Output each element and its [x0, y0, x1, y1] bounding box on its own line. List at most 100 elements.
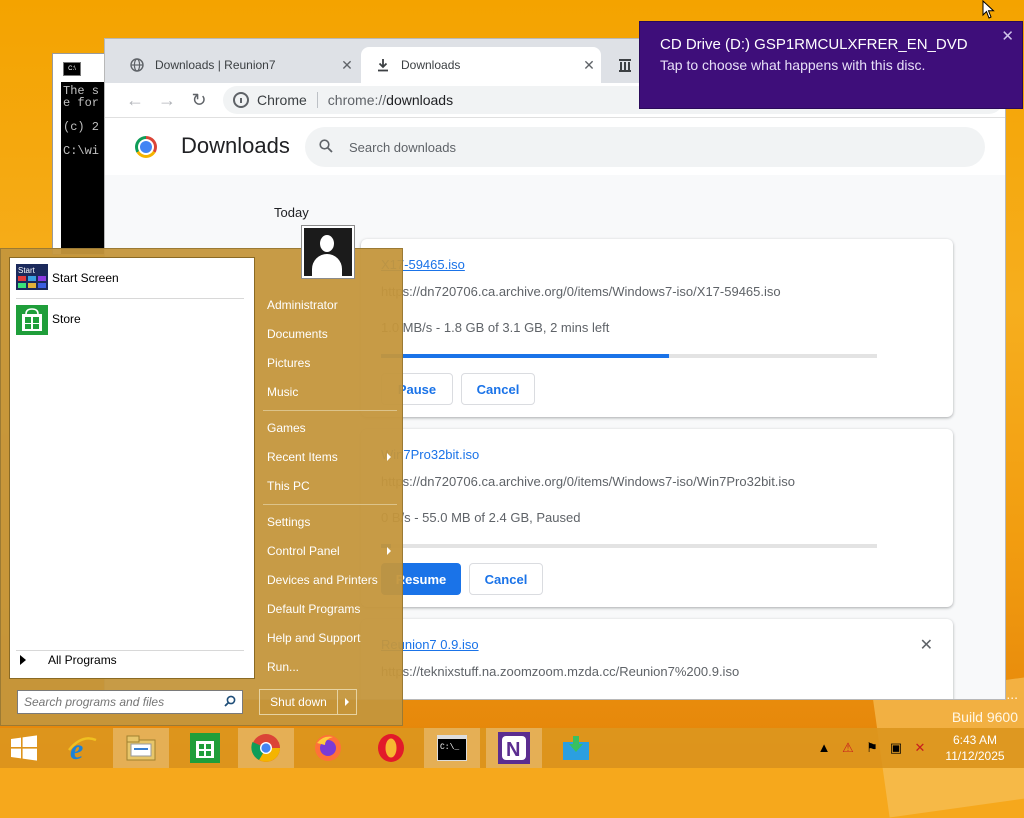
- start-item-documents[interactable]: Documents: [259, 319, 399, 348]
- download-url[interactable]: https://dn720706.ca.archive.org/0/items/…: [381, 474, 795, 489]
- item-label: Control Panel: [267, 543, 340, 558]
- store-taskbar-button[interactable]: [177, 728, 233, 768]
- download-icon: [375, 57, 391, 73]
- download-item: X17-59465.iso https://dn720706.ca.archiv…: [361, 239, 953, 417]
- store-label: Store: [52, 312, 81, 326]
- item-label: Documents: [267, 326, 328, 341]
- omnibox-url[interactable]: chrome://downloads: [328, 92, 453, 108]
- internet-explorer-icon: e: [68, 733, 97, 764]
- page-title: Downloads: [181, 133, 290, 158]
- store-icon: [190, 733, 220, 763]
- antivirus-icon[interactable]: ⚠: [840, 740, 856, 756]
- item-label: Pictures: [267, 355, 311, 370]
- opera-taskbar-button[interactable]: [363, 728, 419, 768]
- progress-fill: [381, 354, 669, 358]
- chrome-taskbar-button[interactable]: [238, 728, 294, 768]
- start-screen-item[interactable]: Start Start Screen: [16, 262, 119, 294]
- shutdown-options-arrow-icon[interactable]: [338, 690, 356, 714]
- firefox-icon: [315, 735, 341, 761]
- back-arrow-icon[interactable]: ←: [123, 89, 147, 111]
- system-tray: ▲ ⚠ ⚑ ▣ ✕: [816, 740, 928, 756]
- start-item-administrator[interactable]: Administrator: [259, 290, 399, 319]
- start-item-run[interactable]: Run...: [259, 652, 399, 681]
- taskbar-clock[interactable]: 6:43 AM 11/12/2025: [940, 732, 1010, 764]
- store-item[interactable]: Store: [16, 303, 81, 335]
- svg-text:C:\_: C:\_: [440, 743, 459, 752]
- tab-close-icon[interactable]: ✕: [577, 57, 601, 74]
- item-label: Recent Items: [267, 449, 338, 464]
- volume-muted-icon[interactable]: ✕: [912, 740, 928, 756]
- ease-of-access-icon: [563, 736, 589, 760]
- cancel-button[interactable]: Cancel: [469, 563, 543, 595]
- cancel-button[interactable]: Cancel: [461, 373, 535, 405]
- onenote-icon: N: [498, 732, 530, 764]
- start-search-box[interactable]: [17, 690, 243, 714]
- item-label: This PC: [267, 478, 310, 493]
- start-menu-programs-pane: Start Start Screen Store All Programs: [9, 257, 255, 679]
- tab-close-icon[interactable]: ✕: [335, 57, 359, 74]
- tab-downloads[interactable]: Downloads ✕: [361, 47, 601, 83]
- autoplay-notification[interactable]: CD Drive (D:) GSP1RMCULXFRER_EN_DVD Tap …: [639, 21, 1023, 109]
- notification-title: CD Drive (D:) GSP1RMCULXFRER_EN_DVD: [660, 36, 968, 53]
- archive-icon: [617, 57, 633, 73]
- windows-watermark-edition: ...: [1006, 686, 1018, 702]
- downloads-header: Downloads Search downloads: [105, 119, 1005, 175]
- mouse-cursor-icon: [982, 0, 995, 19]
- reload-icon[interactable]: ↻: [187, 89, 211, 111]
- internet-explorer-taskbar-button[interactable]: e: [54, 728, 110, 768]
- downloads-search-field[interactable]: Search downloads: [305, 127, 985, 167]
- download-item: Win7Pro32bit.iso https://dn720706.ca.arc…: [361, 429, 953, 607]
- page-info-icon[interactable]: [233, 92, 249, 108]
- file-explorer-taskbar-button[interactable]: [113, 728, 169, 768]
- ease-of-access-taskbar-button[interactable]: [548, 728, 604, 768]
- item-label: Help and Support: [267, 630, 361, 645]
- command-prompt-taskbar-button[interactable]: C:\_: [424, 728, 480, 768]
- clock-date: 11/12/2025: [945, 749, 1005, 763]
- remove-download-icon[interactable]: ✕: [920, 635, 933, 655]
- start-item-help-and-support[interactable]: Help and Support: [259, 623, 399, 652]
- download-url[interactable]: https://dn720706.ca.archive.org/0/items/…: [381, 284, 781, 299]
- chrome-logo-icon: [135, 136, 157, 158]
- item-label: Music: [267, 384, 299, 399]
- submenu-arrow-icon: [387, 546, 391, 555]
- submenu-arrow-icon: [387, 452, 391, 461]
- start-item-default-programs[interactable]: Default Programs: [259, 594, 399, 623]
- start-item-control-panel[interactable]: Control Panel: [259, 536, 399, 565]
- flag-icon[interactable]: ⚑: [864, 740, 880, 756]
- search-icon[interactable]: [224, 695, 242, 710]
- store-icon: [16, 305, 48, 335]
- start-item-music[interactable]: Music: [259, 377, 399, 406]
- download-status: 0 B/s - 55.0 MB of 2.4 GB, Paused: [381, 510, 581, 525]
- item-label: Games: [267, 420, 306, 435]
- notification-close-icon[interactable]: ✕: [1001, 27, 1014, 45]
- tab-title: Downloads | Reunion7: [155, 58, 276, 72]
- start-item-games[interactable]: Games: [259, 413, 399, 442]
- start-item-devices-and-printers[interactable]: Devices and Printers: [259, 565, 399, 594]
- all-programs-item[interactable]: All Programs: [20, 653, 117, 667]
- chevron-up-icon[interactable]: ▲: [816, 740, 832, 756]
- tab-title: Downloads: [401, 58, 461, 72]
- windows-start-button[interactable]: [0, 728, 48, 768]
- start-search-input[interactable]: [18, 695, 224, 709]
- item-label: Settings: [267, 514, 311, 529]
- start-item-settings[interactable]: Settings: [259, 507, 399, 536]
- user-avatar[interactable]: [301, 225, 355, 279]
- download-url[interactable]: https://teknixstuff.na.zoomzoom.mzda.cc/…: [381, 664, 739, 679]
- item-label: Administrator: [267, 297, 338, 312]
- svg-text:N: N: [506, 739, 520, 761]
- network-icon[interactable]: ▣: [888, 740, 904, 756]
- shutdown-button[interactable]: Shut down: [260, 690, 338, 714]
- all-programs-label: All Programs: [48, 653, 117, 667]
- tab-downloads-reunion7[interactable]: Downloads | Reunion7 ✕: [115, 47, 359, 83]
- start-item-pictures[interactable]: Pictures: [259, 348, 399, 377]
- divider: [16, 298, 244, 299]
- start-item-recent-items[interactable]: Recent Items: [259, 442, 399, 471]
- onenote-taskbar-button[interactable]: N: [486, 728, 542, 768]
- item-label: Run...: [267, 659, 300, 674]
- start-item-this-pc[interactable]: This PC: [259, 471, 399, 500]
- search-icon: [319, 138, 333, 156]
- forward-arrow-icon[interactable]: →: [155, 89, 179, 111]
- download-item: Reunion7 0.9.iso https://teknixstuff.na.…: [361, 619, 953, 699]
- firefox-taskbar-button[interactable]: [300, 728, 356, 768]
- svg-text:e: e: [70, 733, 83, 764]
